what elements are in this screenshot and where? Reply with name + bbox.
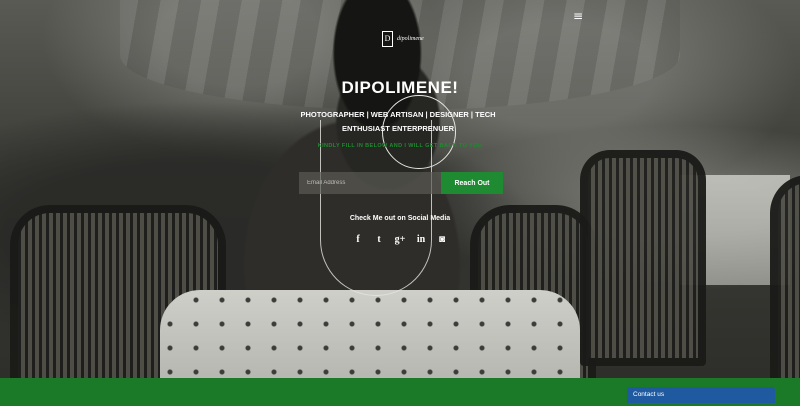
chair [770,175,800,378]
chair [580,150,706,366]
google-plus-icon[interactable]: g+ [394,234,406,246]
social-media-label: Check Me out on Social Media [349,215,451,222]
logo-text: dipolimene [397,36,424,42]
contact-us-tab[interactable]: Contact us [627,387,775,403]
linkedin-icon[interactable]: in [415,234,427,246]
twitter-icon[interactable]: t [373,234,385,246]
email-input[interactable] [299,172,441,194]
site-logo[interactable]: D dipolimene [382,30,424,48]
contact-form: Reach Out [299,172,503,194]
social-links: f t g+ in ◙ [352,234,448,246]
reach-out-button[interactable]: Reach Out [441,172,503,194]
logo-mark: D [382,31,393,47]
portrait-dress [160,290,580,378]
hamburger-menu-icon[interactable]: ≡ [573,10,583,22]
instagram-icon[interactable]: ◙ [436,234,448,246]
hero-subtitle: PHOTOGRAPHER | WEB ARTISAN | DESIGNER | … [300,110,496,133]
hero-title: DIPOLIMENE! [341,78,459,97]
contact-instruction: KINDLY FILL IN BELOW AND I WILL GET BACK… [317,143,483,149]
facebook-icon[interactable]: f [352,234,364,246]
